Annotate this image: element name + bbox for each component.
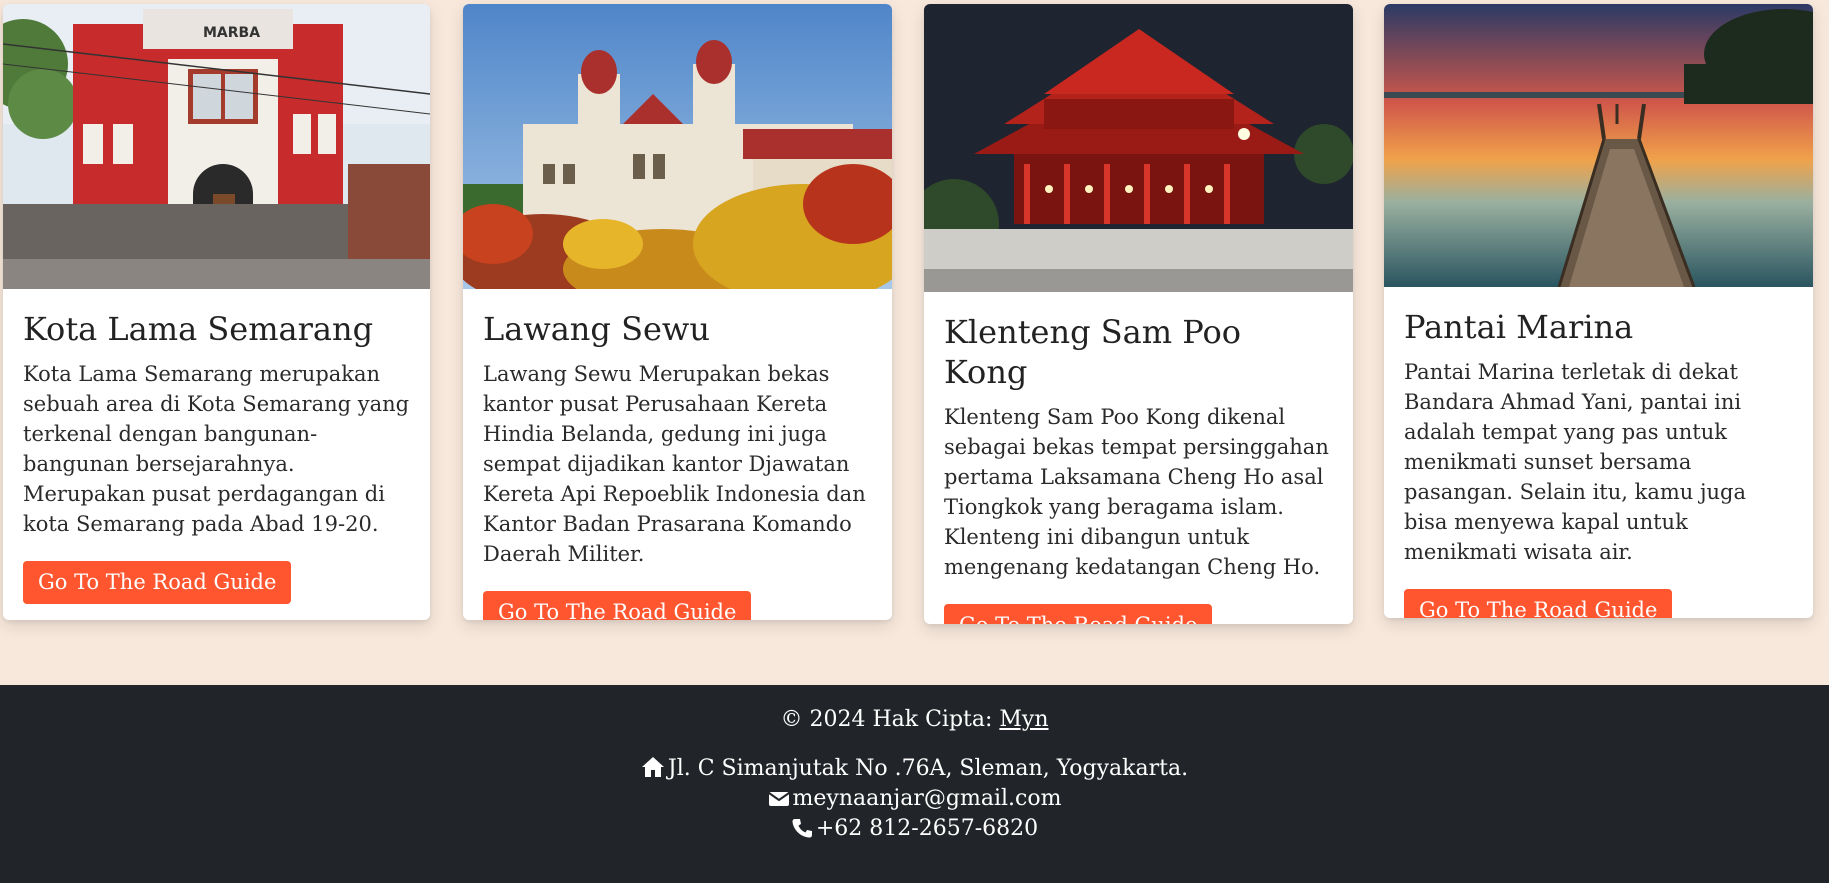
card-description: Pantai Marina terletak di dekat Bandara …: [1404, 360, 1746, 564]
email-text: meynaanjar@gmail.com: [792, 786, 1062, 811]
phone-line: +62 812-2657-6820: [0, 814, 1829, 844]
contact-info: Jl. C Simanjutak No .76A, Sleman, Yogyak…: [0, 754, 1829, 844]
phone-icon: [792, 819, 812, 838]
card-sam-poo-kong: Klenteng Sam Poo Kong Klenteng Sam Poo K…: [924, 4, 1353, 624]
card-body: Pantai Marina Pantai Marina terletak di …: [1384, 287, 1813, 618]
road-guide-button[interactable]: Go To The Road Guide: [483, 591, 752, 620]
card-kota-lama: MARBA Kota Lama Semarang Kota Lama Semar…: [3, 4, 430, 620]
author-link[interactable]: Myn: [999, 707, 1048, 732]
copyright-text: © 2024 Hak Cipta:: [780, 707, 1000, 732]
copyright-line: © 2024 Hak Cipta: Myn: [0, 705, 1829, 735]
email-line: meynaanjar@gmail.com: [0, 784, 1829, 814]
address-text: Jl. C Simanjutak No .76A, Sleman, Yogyak…: [667, 756, 1189, 781]
card-title: Klenteng Sam Poo Kong: [944, 313, 1242, 391]
card-title: Lawang Sewu: [483, 310, 710, 348]
site-footer: © 2024 Hak Cipta: Myn Jl. C Simanjutak N…: [0, 685, 1829, 883]
card-title: Pantai Marina: [1404, 308, 1634, 346]
card-description: Lawang Sewu Merupakan bekas kantor pusat…: [483, 362, 866, 566]
pantai-marina-image: [1384, 4, 1813, 287]
road-guide-button[interactable]: Go To The Road Guide: [1404, 589, 1673, 618]
destination-cards: MARBA Kota Lama Semarang Kota Lama Semar…: [0, 0, 1829, 690]
card-description: Kota Lama Semarang merupakan sebuah area…: [23, 362, 410, 536]
card-body: Klenteng Sam Poo Kong Klenteng Sam Poo K…: [924, 292, 1353, 624]
lawang-sewu-image: [463, 4, 892, 289]
sam-poo-kong-image: [924, 4, 1353, 292]
card-title: Kota Lama Semarang: [23, 310, 374, 348]
card-body: Kota Lama Semarang Kota Lama Semarang me…: [3, 289, 430, 620]
home-icon: [641, 757, 664, 777]
address-line: Jl. C Simanjutak No .76A, Sleman, Yogyak…: [0, 754, 1829, 784]
road-guide-button[interactable]: Go To The Road Guide: [944, 604, 1213, 624]
card-body: Lawang Sewu Lawang Sewu Merupakan bekas …: [463, 289, 892, 620]
marba-sign: MARBA: [203, 25, 260, 41]
kota-lama-image: MARBA: [3, 4, 430, 289]
card-pantai-marina: Pantai Marina Pantai Marina terletak di …: [1384, 4, 1813, 618]
road-guide-button[interactable]: Go To The Road Guide: [23, 561, 292, 604]
card-lawang-sewu: Lawang Sewu Lawang Sewu Merupakan bekas …: [463, 4, 892, 620]
phone-text: +62 812-2657-6820: [815, 816, 1039, 841]
card-description: Klenteng Sam Poo Kong dikenal sebagai be…: [944, 405, 1329, 579]
envelope-icon: [767, 792, 790, 806]
